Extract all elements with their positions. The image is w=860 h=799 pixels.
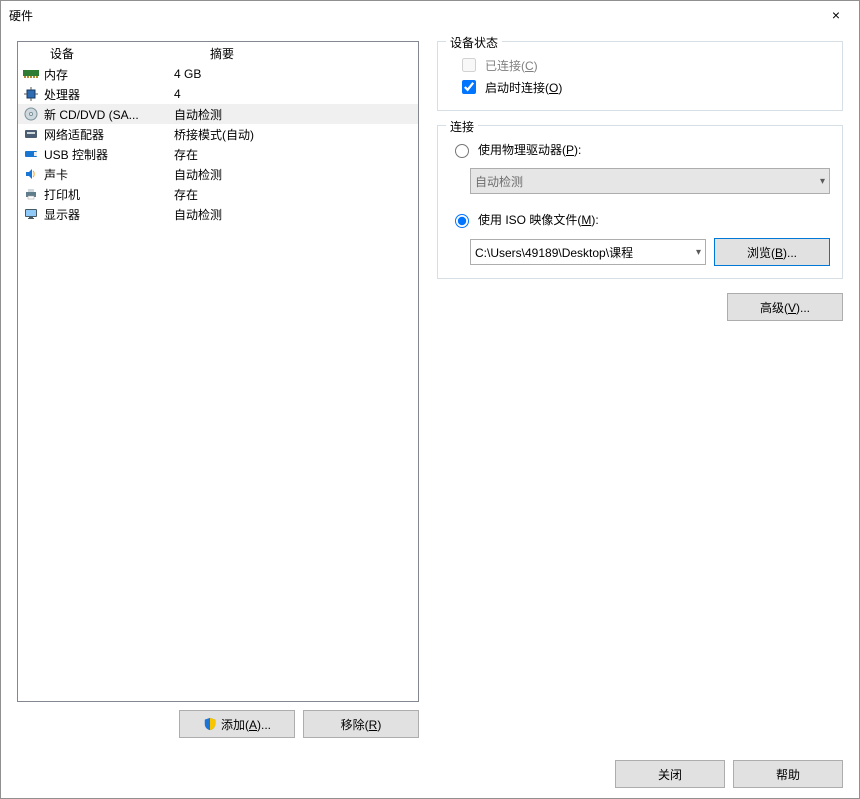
add-button-label: 添加(A)... (221, 716, 271, 733)
device-name: USB 控制器 (44, 146, 170, 163)
device-summary: 自动检测 (170, 206, 418, 223)
nic-icon (22, 127, 40, 141)
disc-icon (22, 107, 40, 121)
hardware-settings-window: 硬件 × 设备 摘要 内存4 GB处理器4新 CD/DVD (SA...自动检测… (0, 0, 860, 799)
connection-group: 连接 使用物理驱动器(P): 自动检测 ▾ 使用 ISO 映像文件(M): (437, 125, 843, 279)
browse-button-label: 浏览(B)... (747, 244, 797, 261)
iso-path-value: C:\Users\49189\Desktop\课程 (475, 244, 633, 261)
device-status-legend: 设备状态 (446, 34, 502, 51)
titlebar: 硬件 × (1, 1, 859, 29)
advanced-button[interactable]: 高级(V)... (727, 293, 843, 321)
content-area: 设备 摘要 内存4 GB处理器4新 CD/DVD (SA...自动检测网络适配器… (1, 29, 859, 750)
remove-button-label: 移除(R) (341, 716, 382, 733)
left-pane: 设备 摘要 内存4 GB处理器4新 CD/DVD (SA...自动检测网络适配器… (17, 41, 419, 738)
connect-at-startup-checkbox[interactable]: 启动时连接(O) (458, 76, 830, 98)
device-name: 处理器 (44, 86, 170, 103)
device-status-group: 设备状态 已连接(C) 启动时连接(O) (437, 41, 843, 111)
device-summary: 自动检测 (170, 166, 418, 183)
device-row[interactable]: 处理器4 (18, 84, 418, 104)
device-name: 内存 (44, 66, 170, 83)
device-name: 网络适配器 (44, 126, 170, 143)
device-summary: 自动检测 (170, 106, 418, 123)
device-list[interactable]: 设备 摘要 内存4 GB处理器4新 CD/DVD (SA...自动检测网络适配器… (17, 41, 419, 702)
sound-icon (22, 167, 40, 181)
printer-icon (22, 187, 40, 201)
physical-drive-value: 自动检测 (475, 173, 523, 190)
device-row[interactable]: 声卡自动检测 (18, 164, 418, 184)
footer: 关闭 帮助 (1, 750, 859, 798)
add-button[interactable]: 添加(A)... (179, 710, 295, 738)
device-row[interactable]: 打印机存在 (18, 184, 418, 204)
device-summary: 4 (170, 87, 418, 101)
device-name: 显示器 (44, 206, 170, 223)
col-device: 设备 (44, 45, 204, 62)
close-button[interactable]: × (813, 1, 859, 29)
help-button[interactable]: 帮助 (733, 760, 843, 788)
use-physical-drive-radio[interactable]: 使用物理驱动器(P): (450, 138, 830, 160)
col-summary: 摘要 (204, 45, 240, 62)
device-summary: 存在 (170, 146, 418, 163)
memory-icon (22, 69, 40, 79)
device-row[interactable]: 新 CD/DVD (SA...自动检测 (18, 104, 418, 124)
device-row[interactable]: 内存4 GB (18, 64, 418, 84)
device-name: 新 CD/DVD (SA... (44, 106, 170, 123)
window-title: 硬件 (9, 7, 813, 24)
usb-icon (22, 147, 40, 161)
right-pane: 设备状态 已连接(C) 启动时连接(O) 连接 使用物理驱动器(P): (437, 41, 843, 738)
device-summary: 4 GB (170, 67, 418, 81)
display-icon (22, 207, 40, 221)
use-iso-radio[interactable]: 使用 ISO 映像文件(M): (450, 208, 830, 230)
connected-checkbox: 已连接(C) (458, 54, 830, 76)
device-row[interactable]: 显示器自动检测 (18, 204, 418, 224)
device-name: 打印机 (44, 186, 170, 203)
remove-button[interactable]: 移除(R) (303, 710, 419, 738)
device-row[interactable]: 网络适配器桥接模式(自动) (18, 124, 418, 144)
device-summary: 存在 (170, 186, 418, 203)
chevron-down-icon[interactable]: ▾ (696, 247, 701, 258)
device-name: 声卡 (44, 166, 170, 183)
device-list-header: 设备 摘要 (18, 42, 418, 64)
chevron-down-icon: ▾ (820, 176, 825, 187)
close-dialog-button[interactable]: 关闭 (615, 760, 725, 788)
cpu-icon (22, 87, 40, 101)
device-row[interactable]: USB 控制器存在 (18, 144, 418, 164)
advanced-button-label: 高级(V)... (760, 299, 810, 316)
connection-legend: 连接 (446, 118, 478, 135)
browse-button[interactable]: 浏览(B)... (714, 238, 830, 266)
iso-path-combo[interactable]: C:\Users\49189\Desktop\课程 ▾ (470, 239, 706, 265)
device-summary: 桥接模式(自动) (170, 126, 418, 143)
physical-drive-combo: 自动检测 ▾ (470, 168, 830, 194)
shield-icon (203, 717, 217, 731)
